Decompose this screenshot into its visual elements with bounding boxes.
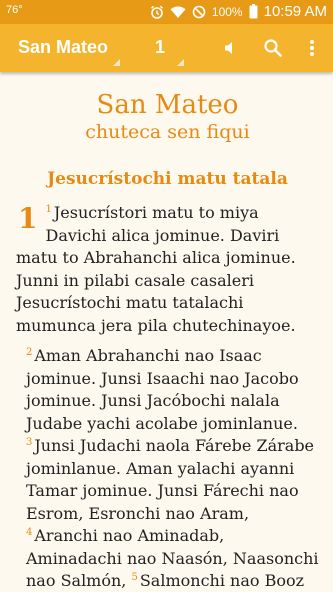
more-options-button[interactable] (300, 36, 324, 60)
book-title: San Mateo (96, 90, 239, 120)
temperature-indicator: 76° (6, 4, 23, 16)
paragraph: 1 1 Jesucrístori matu to miya Davichi ali… (16, 202, 319, 337)
dropdown-corner-icon (177, 59, 184, 66)
alarm-icon (150, 5, 164, 19)
book-name: San Mateo (18, 37, 109, 57)
battery-icon (249, 4, 258, 19)
section-heading: Jesucrístochi matu tatala (47, 169, 288, 189)
volume-icon (218, 36, 242, 60)
book-selector[interactable]: San Mateo (10, 24, 122, 72)
chapter-selector[interactable]: 1 (140, 24, 186, 72)
dropdown-corner-icon (113, 59, 120, 66)
search-icon (261, 36, 285, 60)
paragraph: 2 Aman Abrahanchi nao Isaac jominue. Juns… (16, 345, 319, 592)
verse-text[interactable]: Junsi Judachi naola Fárebe Zárabe jominl… (26, 436, 314, 523)
chapter-number-drop: 1 (18, 202, 38, 235)
verse-number: 5 (131, 571, 138, 583)
verse-text[interactable]: Jesucrístori matu to miya Davichi alica … (16, 203, 296, 335)
chapter-number-label: 1 (155, 37, 166, 57)
clock: 10:59 AM (263, 3, 327, 20)
status-icons: 100% 10:59 AM (150, 3, 327, 20)
wifi-icon (170, 5, 186, 19)
verse-number: 4 (26, 526, 33, 538)
verse-number: 2 (26, 346, 33, 358)
search-button[interactable] (261, 36, 285, 60)
verse-text[interactable]: Aman Abrahanchi nao Isaac jominue. Junsi… (26, 346, 299, 433)
app-bar: San Mateo 1 (0, 24, 333, 72)
verse-number: 1 (45, 203, 52, 215)
audio-button[interactable] (218, 36, 242, 60)
verse-number: 3 (26, 436, 33, 448)
more-vert-icon (300, 36, 324, 60)
status-bar: 76° 100% 10:59 AM (0, 0, 333, 24)
verse-text[interactable]: Salmonchi nao Booz (140, 571, 304, 590)
do-not-disturb-icon (192, 5, 206, 19)
battery-percentage: 100% (211, 4, 243, 19)
bible-text-content[interactable]: San Mateo chuteca sen fiqui Jesucrístoch… (0, 72, 333, 592)
book-subtitle: chuteca sen fiqui (85, 121, 250, 143)
